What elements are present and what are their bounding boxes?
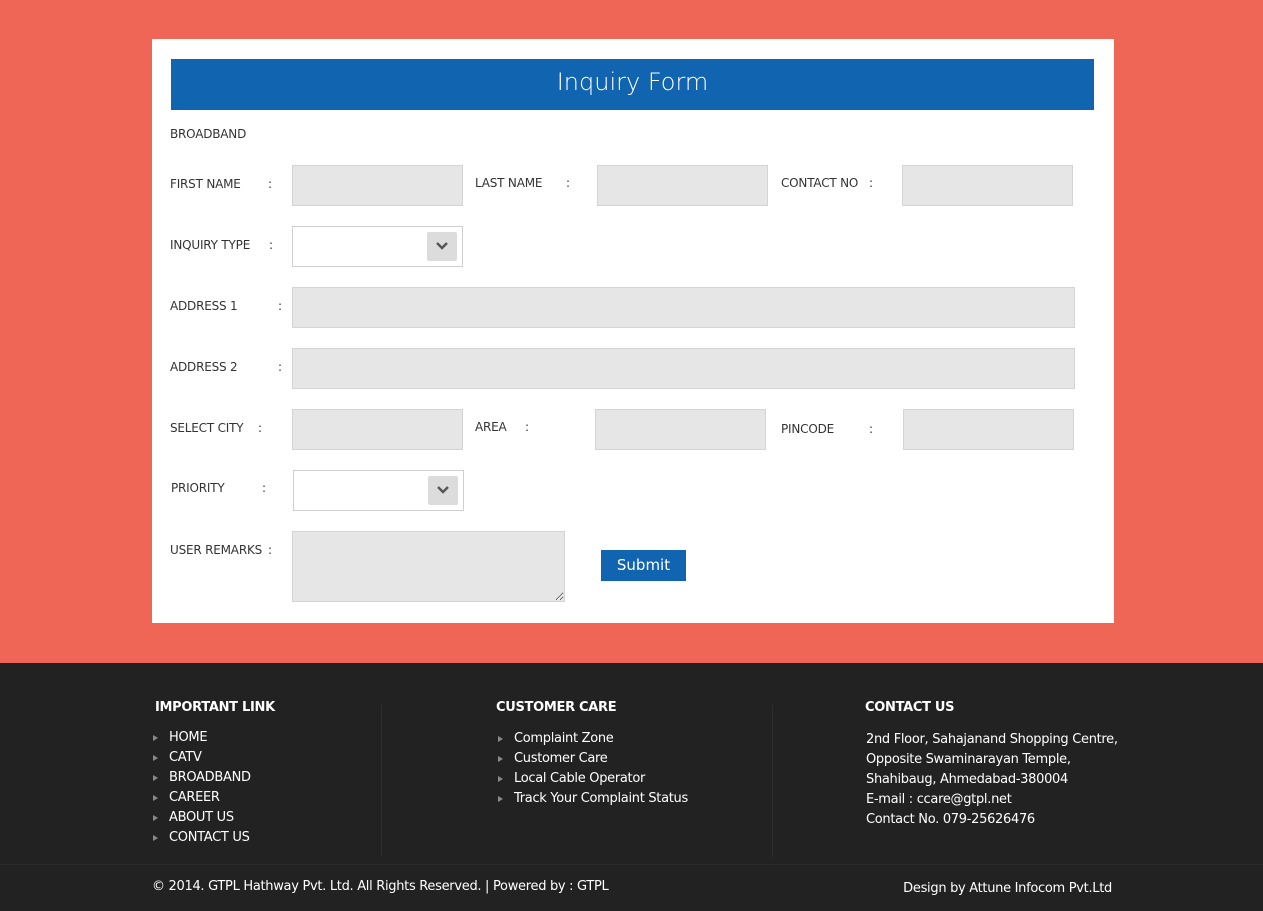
address1-input[interactable] [292, 287, 1075, 328]
user-remarks-colon: : [268, 543, 273, 557]
contact-address-line1: 2nd Floor, Sahajanand Shopping Centre, [866, 732, 1118, 747]
first-name-label: FIRST NAME [170, 177, 241, 191]
contact-email[interactable]: E-mail : ccare@gtpl.net [866, 792, 1012, 807]
footer-divider [772, 705, 773, 857]
user-remarks-textarea[interactable] [292, 531, 565, 602]
select-arrow-button[interactable] [428, 476, 458, 505]
contact-us-heading: CONTACT US [865, 700, 955, 715]
address2-colon: : [278, 360, 283, 374]
last-name-colon: : [566, 176, 571, 190]
page-background: Inquiry Form BROADBAND FIRST NAME : LAST… [0, 0, 1263, 663]
pincode-input[interactable] [903, 409, 1074, 450]
first-name-input[interactable] [292, 165, 463, 206]
select-city-colon: : [258, 421, 263, 435]
address1-label: ADDRESS 1 [170, 299, 238, 313]
chevron-down-icon [436, 242, 448, 250]
inquiry-type-label: INQUIRY TYPE [170, 238, 251, 252]
inquiry-form-panel: Inquiry Form BROADBAND FIRST NAME : LAST… [152, 39, 1114, 623]
footer-link-about-us[interactable]: ABOUT US [169, 810, 234, 825]
address2-input[interactable] [292, 348, 1075, 389]
inquiry-type-select[interactable] [292, 226, 463, 267]
form-title-bar: Inquiry Form [171, 59, 1094, 110]
triangle-right-icon [153, 735, 158, 741]
priority-select[interactable] [293, 470, 464, 511]
pincode-colon: : [869, 422, 874, 436]
footer-link-broadband[interactable]: BROADBAND [169, 770, 251, 785]
footer-link-home[interactable]: HOME [169, 730, 208, 745]
triangle-right-icon [498, 776, 503, 782]
select-city-label: SELECT CITY [170, 421, 244, 435]
triangle-right-icon [153, 815, 158, 821]
form-title: Inquiry Form [556, 68, 709, 96]
submit-button[interactable]: Submit [601, 550, 686, 581]
contact-address-line2: Opposite Swaminarayan Temple, [866, 752, 1071, 767]
footer-link-customer-care[interactable]: Customer Care [514, 751, 608, 766]
user-remarks-label: USER REMARKS [170, 543, 263, 557]
footer-link-catv[interactable]: CATV [169, 750, 202, 765]
triangle-right-icon [498, 736, 503, 742]
copyright-text: © 2014. GTPL Hathway Pvt. Ltd. All Right… [152, 879, 609, 894]
contact-address-line3: Shahibaug, Ahmedabad-380004 [866, 772, 1068, 787]
footer-link-career[interactable]: CAREER [169, 790, 220, 805]
first-name-colon: : [268, 177, 273, 191]
area-label: AREA [475, 420, 507, 434]
triangle-right-icon [153, 795, 158, 801]
triangle-right-icon [153, 775, 158, 781]
select-arrow-button[interactable] [427, 232, 457, 261]
design-by-text: Design by Attune Infocom Pvt.Ltd [903, 881, 1112, 896]
contact-no-colon: : [869, 176, 874, 190]
area-colon: : [525, 420, 530, 434]
pincode-label: PINCODE [781, 422, 834, 436]
footer-link-track-complaint[interactable]: Track Your Complaint Status [514, 791, 688, 806]
footer: IMPORTANT LINK HOME CATV BROADBAND CAREE… [0, 663, 1263, 911]
footer-divider [381, 705, 382, 857]
triangle-right-icon [153, 835, 158, 841]
priority-label: PRIORITY [171, 481, 225, 495]
contact-no-input[interactable] [902, 165, 1073, 206]
contact-no-label: CONTACT NO [781, 176, 859, 190]
section-label: BROADBAND [170, 127, 247, 141]
select-city-input[interactable] [292, 409, 463, 450]
footer-link-local-cable-operator[interactable]: Local Cable Operator [514, 771, 645, 786]
chevron-down-icon [437, 486, 449, 494]
last-name-input[interactable] [597, 165, 768, 206]
footer-rule [0, 864, 1263, 865]
contact-phone: Contact No. 079-25626476 [866, 812, 1035, 827]
inquiry-type-colon: : [269, 238, 274, 252]
triangle-right-icon [498, 756, 503, 762]
triangle-right-icon [498, 796, 503, 802]
footer-link-contact-us[interactable]: CONTACT US [169, 830, 250, 845]
important-link-heading: IMPORTANT LINK [155, 700, 275, 715]
customer-care-heading: CUSTOMER CARE [496, 700, 617, 715]
footer-link-complaint-zone[interactable]: Complaint Zone [514, 731, 614, 746]
address2-label: ADDRESS 2 [170, 360, 238, 374]
priority-colon: : [262, 481, 267, 495]
triangle-right-icon [153, 755, 158, 761]
area-input[interactable] [595, 409, 766, 450]
address1-colon: : [278, 299, 283, 313]
last-name-label: LAST NAME [475, 176, 543, 190]
